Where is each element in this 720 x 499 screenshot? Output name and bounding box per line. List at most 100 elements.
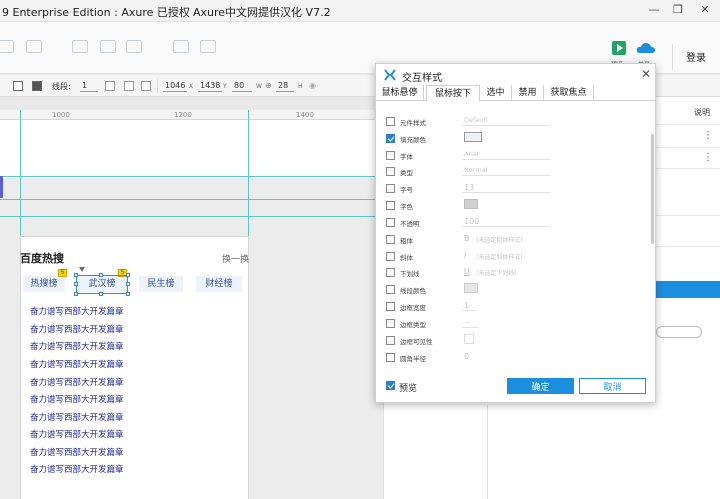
checkbox[interactable] (386, 252, 395, 261)
checkbox[interactable] (386, 235, 395, 244)
list-item[interactable]: 奋力谱写西部大开发篇章 (30, 393, 124, 405)
selection-box[interactable] (74, 273, 130, 296)
arrow-style-button[interactable] (141, 81, 151, 91)
list-item[interactable]: 奋力谱写西部大开发篇章 (30, 358, 124, 370)
more-options-icon[interactable]: ⋮ (703, 130, 713, 141)
font-color-swatch[interactable] (464, 199, 478, 209)
bold-icon: B (464, 234, 470, 243)
restore-icon[interactable]: ❐ (670, 3, 686, 17)
resize-handle[interactable] (74, 273, 78, 277)
panel-action-bar[interactable] (656, 281, 720, 298)
fill-checkbox[interactable] (13, 81, 23, 91)
toolbar-button-7[interactable] (198, 40, 218, 66)
line-color-button[interactable] (105, 81, 115, 91)
tab-hot[interactable]: 热搜榜 (23, 276, 65, 292)
panel-divider (487, 405, 488, 499)
checkbox[interactable] (386, 201, 395, 210)
resize-handle[interactable] (99, 292, 103, 296)
checkbox[interactable] (386, 184, 395, 193)
checkbox[interactable] (386, 302, 395, 311)
resize-handle[interactable] (99, 273, 103, 277)
h-unit: H (298, 83, 303, 90)
toolbar-divider (157, 79, 158, 93)
lock-icon[interactable]: ⊕ (265, 81, 272, 90)
list-item[interactable]: 奋力谱写西部大开发篇章 (30, 305, 124, 317)
checkbox-checked[interactable] (386, 134, 395, 143)
resize-handle[interactable] (126, 282, 130, 286)
resize-handle[interactable] (74, 292, 78, 296)
resize-handle[interactable] (126, 273, 130, 277)
selected-widget-edge[interactable] (0, 176, 3, 198)
close-icon[interactable]: ✕ (641, 67, 651, 81)
list-item[interactable]: 奋力谱写西部大开发篇章 (30, 428, 124, 440)
distribute-icon (200, 40, 216, 53)
horizontal-ruler: 1000 1200 1400 (0, 110, 383, 120)
cloud-icon[interactable] (636, 42, 656, 54)
toolbar-button-4[interactable] (98, 40, 118, 66)
checkbox[interactable] (386, 353, 395, 362)
toolbar-button-6[interactable] (171, 40, 191, 66)
list-item[interactable]: 奋力谱写西部大开发篇章 (30, 411, 124, 423)
preview-button[interactable] (612, 41, 626, 55)
prop-fill-color: 填充颜色 (386, 132, 646, 145)
scrollbar[interactable] (651, 134, 654, 244)
toolbar-button-3[interactable] (70, 40, 90, 66)
prop-font-color: 字色 (386, 199, 646, 212)
panel-divider (656, 246, 720, 247)
toolbar-icon (0, 40, 14, 53)
resize-handle[interactable] (74, 282, 78, 286)
tab-mouse-hover[interactable]: 鼠标悬停 (376, 85, 424, 101)
toolbar-button-5[interactable] (124, 40, 144, 66)
y-input[interactable] (198, 79, 222, 92)
resize-handle[interactable] (126, 292, 130, 296)
checkbox[interactable] (386, 218, 395, 227)
list-item[interactable]: 奋力谱写西部大开发篇章 (30, 323, 124, 335)
visibility-icon[interactable]: ◉ (309, 81, 316, 90)
line-color-swatch[interactable] (464, 283, 478, 293)
toolbar-button-1[interactable] (0, 40, 16, 66)
cancel-button[interactable]: 取消 (579, 378, 646, 394)
login-link[interactable]: 登录 (686, 49, 706, 64)
tab-focus[interactable]: 获取焦点 (544, 85, 594, 101)
refresh-link[interactable]: 换一换 (222, 252, 249, 265)
tab-selected[interactable]: 选中 (480, 85, 512, 101)
tab-livelihood[interactable]: 民生榜 (139, 276, 183, 292)
prop-underline: 下划线 U (未选定下划线) (386, 267, 646, 279)
line-width-input[interactable] (80, 79, 98, 92)
checkbox[interactable] (386, 268, 395, 277)
checkbox[interactable] (386, 151, 395, 160)
checkbox[interactable] (386, 167, 395, 176)
preview-checkbox[interactable] (386, 381, 395, 390)
tab-mouse-down[interactable]: 鼠标按下 (426, 85, 480, 102)
minimize-icon[interactable]: — (646, 3, 662, 17)
list-item[interactable]: 奋力谱写西部大开发篇章 (30, 446, 124, 458)
list-item[interactable]: 奋力谱写西部大开发篇章 (30, 376, 124, 388)
shadow-button[interactable] (32, 81, 42, 91)
more-options-icon[interactable]: ⋮ (703, 152, 713, 163)
checkbox[interactable] (386, 336, 395, 345)
close-icon[interactable]: ✕ (697, 3, 713, 17)
border-visibility-icon[interactable] (464, 334, 474, 344)
checkbox[interactable] (386, 319, 395, 328)
prop-font: 字体 Arial (386, 150, 646, 162)
toolbar-button-2[interactable] (24, 40, 44, 66)
fill-color-swatch[interactable] (464, 132, 482, 142)
axure-logo-icon (384, 69, 396, 81)
x-input[interactable] (163, 79, 187, 92)
panel-divider (656, 124, 720, 125)
list-item[interactable]: 奋力谱写西部大开发篇章 (30, 463, 124, 475)
tab-finance[interactable]: 财经榜 (196, 276, 242, 292)
dialog-body: 元件样式 Default 填充颜色 字体 Arial 类型 Normal 字号 … (376, 102, 655, 362)
checkbox[interactable] (386, 285, 395, 294)
prop-border-type: 边框类型 — (386, 318, 646, 330)
panel-input[interactable] (656, 326, 702, 338)
height-input[interactable] (276, 79, 294, 92)
ok-button[interactable]: 确定 (507, 378, 574, 394)
checkbox[interactable] (386, 117, 395, 126)
hot-search-title: 百度热搜 (20, 252, 64, 265)
line-style-button[interactable] (124, 81, 134, 91)
list-item[interactable]: 奋力谱写西部大开发篇章 (30, 340, 124, 352)
tab-disabled[interactable]: 禁用 (512, 85, 544, 101)
width-input[interactable] (232, 79, 252, 92)
dialog-tabs: 鼠标悬停 鼠标按下 选中 禁用 获取焦点 (376, 85, 655, 102)
